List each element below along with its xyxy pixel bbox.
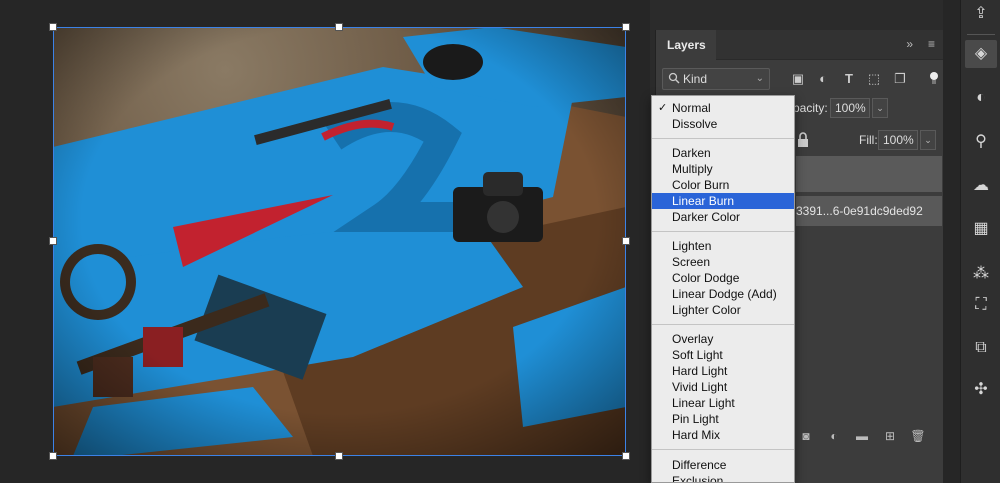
blend-option-darker-color[interactable]: Darker Color [652, 209, 794, 225]
blend-option-dissolve[interactable]: Dissolve [652, 116, 794, 132]
blend-option-soft-light[interactable]: Soft Light [652, 347, 794, 363]
transform-handle-right[interactable] [622, 237, 630, 245]
fill-field[interactable]: 100% [878, 130, 918, 150]
share-icon[interactable]: ⇪ [965, 0, 997, 28]
menu-divider [652, 138, 794, 139]
blend-option-normal[interactable]: ✓ Normal [652, 100, 794, 116]
blend-option-multiply[interactable]: Multiply [652, 161, 794, 177]
blend-mode-menu: ✓ Normal Dissolve Darken Multiply Color … [651, 95, 795, 483]
right-icon-toolbar: ⇪ ◈ ◐ ⚲ ☁ ▦ ⁂ ⛶ ⧉ ✣ [960, 0, 1000, 483]
grid-icon[interactable]: ▦ [965, 215, 997, 243]
channels-icon[interactable]: ⧉ [965, 334, 997, 362]
type-filter-icon[interactable]: T [841, 71, 857, 87]
chevron-down-icon: ⌄ [755, 73, 764, 84]
blend-option-screen[interactable]: Screen [652, 254, 794, 270]
blend-option-overlay[interactable]: Overlay [652, 331, 794, 347]
smart-object-filter-icon[interactable]: ❐ [892, 71, 908, 87]
blend-option-linear-light[interactable]: Linear Light [652, 395, 794, 411]
transform-handle-bottom-right[interactable] [622, 452, 630, 460]
layers-icon[interactable]: ◈ [965, 40, 997, 68]
trash-icon[interactable]: 🗑 [910, 428, 926, 444]
kind-filter-select[interactable]: Kind ⌄ [662, 68, 770, 90]
color-icon[interactable]: ⁂ [965, 260, 997, 288]
layer-image[interactable] [53, 27, 626, 456]
transform-handle-top-left[interactable] [49, 23, 57, 31]
opacity-label: pacity: [793, 101, 828, 115]
blend-option-vivid-light[interactable]: Vivid Light [652, 379, 794, 395]
image-filter-icon[interactable]: ▣ [790, 71, 806, 87]
blend-option-hard-mix[interactable]: Hard Mix [652, 427, 794, 443]
blend-option-lighter-color[interactable]: Lighter Color [652, 302, 794, 318]
checkmark-icon: ✓ [658, 102, 668, 114]
blend-option-lighten[interactable]: Lighten [652, 238, 794, 254]
blend-option-linear-dodge[interactable]: Linear Dodge (Add) [652, 286, 794, 302]
transform-handle-left[interactable] [49, 237, 57, 245]
swatches-icon[interactable]: ✣ [965, 376, 997, 404]
blend-option-color-dodge[interactable]: Color Dodge [652, 270, 794, 286]
collapse-panel-icon[interactable]: » [906, 37, 913, 51]
blend-preview-image [53, 27, 626, 456]
blend-option-color-burn[interactable]: Color Burn [652, 177, 794, 193]
layer-row[interactable]: 3391...6-0e91dc9ded92 [796, 196, 942, 226]
blend-option-exclusion[interactable]: Exclusion [652, 473, 794, 482]
properties-icon[interactable]: ⚲ [965, 128, 997, 156]
toolbar-divider [967, 34, 995, 35]
menu-divider [652, 324, 794, 325]
panel-menu-icon[interactable]: ≡ [928, 37, 935, 51]
fill-label: Fill: [859, 133, 878, 147]
chevron-down-icon[interactable]: ⌄ [920, 130, 936, 150]
add-mask-icon[interactable]: ◙ [798, 428, 814, 444]
blend-option-difference[interactable]: Difference [652, 457, 794, 473]
shape-filter-icon[interactable]: ⬚ [866, 71, 882, 87]
paths-icon[interactable]: ⛶ [965, 291, 997, 319]
tab-layers[interactable]: Layers [656, 30, 716, 60]
adjustments-icon[interactable]: ◐ [965, 84, 997, 112]
kind-filter-value: Kind [683, 72, 708, 86]
adjustment-layer-icon[interactable]: ◐ [826, 428, 842, 444]
menu-divider [652, 231, 794, 232]
transform-handle-top-right[interactable] [622, 23, 630, 31]
menu-divider [652, 449, 794, 450]
document-canvas[interactable] [0, 0, 650, 483]
search-icon [668, 72, 680, 84]
layers-panel-footer: ◙ ◐ ▬ ⊞ 🗑 [796, 424, 944, 448]
panel-header: Layers » ≡ [656, 30, 943, 60]
chevron-down-icon[interactable]: ⌄ [872, 98, 888, 118]
lock-icon[interactable] [796, 132, 810, 148]
layer-row-selected[interactable] [796, 156, 942, 192]
filter-toggle-icon[interactable] [927, 71, 941, 85]
layer-name[interactable]: 3391...6-0e91dc9ded92 [796, 204, 923, 218]
adjustment-filter-icon[interactable]: ◐ [815, 71, 831, 87]
group-folder-icon[interactable]: ▬ [854, 428, 870, 444]
transform-handle-bottom[interactable] [335, 452, 343, 460]
panel-gutter [943, 0, 960, 483]
new-layer-icon[interactable]: ⊞ [882, 428, 898, 444]
blend-option-darken[interactable]: Darken [652, 145, 794, 161]
creative-cloud-icon[interactable]: ☁ [965, 172, 997, 200]
blend-option-linear-burn[interactable]: Linear Burn [652, 193, 794, 209]
blend-option-pin-light[interactable]: Pin Light [652, 411, 794, 427]
blend-option-hard-light[interactable]: Hard Light [652, 363, 794, 379]
layer-filter-row: Kind ⌄ ▣ ◐ T ⬚ ❐ [662, 68, 938, 90]
opacity-field[interactable]: 100% [830, 98, 870, 118]
transform-handle-bottom-left[interactable] [49, 452, 57, 460]
transform-handle-top[interactable] [335, 23, 343, 31]
